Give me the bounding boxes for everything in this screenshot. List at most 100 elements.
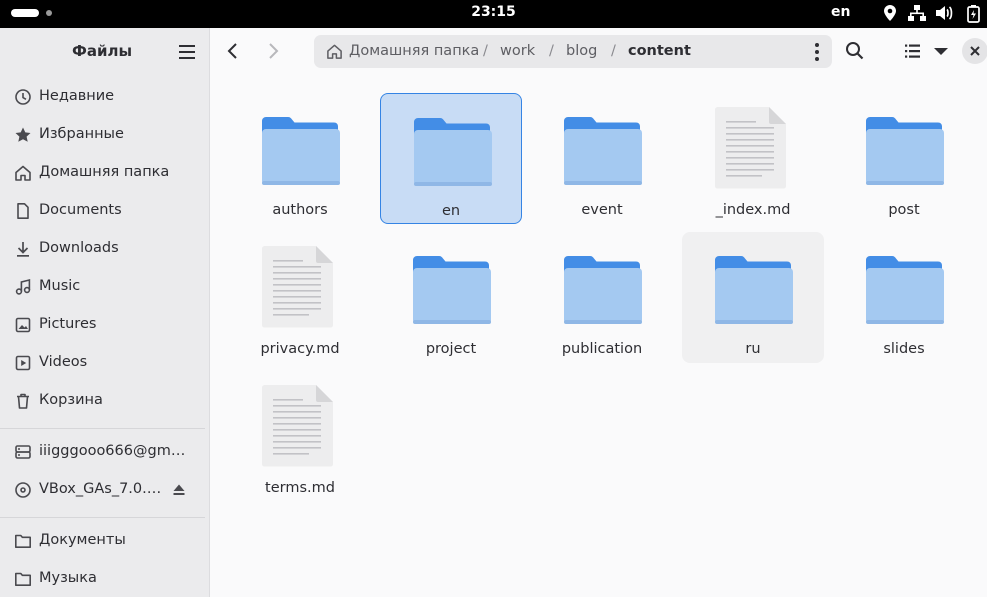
location-icon[interactable] — [880, 3, 900, 23]
sidebar-item-label: Музыка — [39, 570, 97, 586]
sidebar-item-disc[interactable]: VBox_GAs_7.0.10 — [6, 473, 204, 507]
breadcrumb-current[interactable]: content — [628, 43, 691, 59]
folder-icon — [15, 534, 31, 548]
sidebar-item-label: Documents — [39, 202, 122, 218]
folder-item[interactable]: authors — [229, 93, 371, 224]
folder-item[interactable]: ru — [682, 232, 824, 363]
view-options-dropdown-icon[interactable] — [927, 37, 955, 65]
file-name-label: _index.md — [715, 202, 791, 218]
picture-icon — [15, 317, 31, 333]
folder-icon — [864, 242, 944, 330]
file-item[interactable]: _index.md — [682, 93, 824, 224]
sidebar-item-label: Недавние — [39, 88, 115, 104]
sidebar-item-documents[interactable]: Documents — [6, 194, 204, 228]
breadcrumb-separator: / — [549, 43, 554, 59]
file-name-label: en — [441, 203, 461, 219]
breadcrumb-work[interactable]: work — [500, 43, 535, 59]
folder-icon — [562, 103, 642, 191]
file-name-label: terms.md — [265, 480, 335, 496]
sidebar-item-bookmark-music[interactable]: Музыка — [6, 562, 204, 596]
sidebar-item-label: iiigggooo666@gmail.com — [39, 443, 191, 459]
folder-icon — [713, 242, 793, 330]
folder-icon — [411, 242, 491, 330]
sidebar-item-label: Избранные — [39, 126, 124, 142]
sidebar-item-trash[interactable]: Корзина — [6, 384, 204, 418]
file-name-label: slides — [883, 341, 925, 357]
sidebar-header: Файлы — [0, 28, 210, 74]
breadcrumb-blog[interactable]: blog — [566, 43, 597, 59]
home-icon — [15, 165, 31, 181]
text-file-icon — [260, 242, 340, 330]
volume-icon[interactable] — [934, 3, 954, 23]
video-icon — [15, 355, 31, 371]
forward-arrow-icon[interactable] — [259, 37, 287, 65]
close-window-button[interactable] — [962, 38, 987, 64]
music-icon — [15, 278, 31, 295]
disc-icon — [15, 482, 31, 498]
file-name-label: ru — [745, 341, 761, 357]
file-grid: authors en event _index.md post privacy.… — [210, 74, 987, 597]
file-name-label: privacy.md — [260, 341, 340, 357]
folder-icon — [260, 103, 340, 191]
file-name-label: event — [581, 202, 623, 218]
sidebar-item-recent[interactable]: Недавние — [6, 80, 204, 114]
sidebar-item-network-account[interactable]: iiigggooo666@gmail.com — [6, 435, 204, 469]
top-bar: 23:15 en — [0, 0, 987, 28]
download-icon — [17, 242, 29, 257]
breadcrumb-separator: / — [611, 43, 616, 59]
network-icon[interactable] — [907, 3, 927, 23]
folder-icon — [864, 103, 944, 191]
search-icon[interactable] — [841, 37, 869, 65]
file-name-label: post — [888, 202, 920, 218]
document-icon — [17, 203, 29, 219]
back-arrow-icon[interactable] — [219, 37, 247, 65]
folder-item[interactable]: en — [380, 93, 522, 224]
sidebar-item-label: Music — [39, 278, 81, 294]
path-options-icon[interactable] — [806, 40, 828, 64]
folder-icon — [412, 104, 492, 192]
eject-icon[interactable] — [170, 481, 188, 499]
trash-icon — [17, 393, 29, 409]
sidebar-item-downloads[interactable]: Downloads — [6, 232, 204, 266]
clock-icon — [15, 89, 31, 105]
breadcrumb-separator: / — [483, 43, 488, 59]
sidebar-item-videos[interactable]: Videos — [6, 346, 204, 380]
workspace-dot[interactable] — [46, 10, 52, 16]
text-file-icon — [713, 103, 793, 191]
battery-icon[interactable] — [963, 3, 983, 23]
file-name-label: project — [425, 341, 477, 357]
folder-icon — [562, 242, 642, 330]
folder-item[interactable]: event — [531, 93, 673, 224]
clock[interactable]: 23:15 — [471, 4, 516, 20]
activities-indicator[interactable] — [11, 9, 39, 17]
folder-item[interactable]: publication — [531, 232, 673, 363]
header-bar: Домашняя папка / work / blog / content — [210, 28, 987, 74]
sidebar-item-label: Домашняя папка — [39, 164, 170, 180]
home-icon — [327, 44, 342, 59]
sidebar-item-label: VBox_GAs_7.0.10 — [39, 481, 164, 497]
sidebar-item-starred[interactable]: Избранные — [6, 118, 204, 152]
file-item[interactable]: terms.md — [229, 371, 371, 502]
sidebar: Файлы Недавние Избранные Домашняя папка … — [0, 28, 210, 597]
sidebar-item-home[interactable]: Домашняя папка — [6, 156, 204, 190]
sidebar-divider — [0, 428, 205, 429]
keyboard-layout-indicator[interactable]: en — [831, 4, 850, 20]
folder-item[interactable]: slides — [833, 232, 975, 363]
text-file-icon — [260, 381, 340, 469]
close-icon — [970, 46, 980, 56]
network-account-icon — [15, 445, 31, 459]
file-item[interactable]: privacy.md — [229, 232, 371, 363]
sidebar-item-label: Корзина — [39, 392, 103, 408]
hamburger-menu-icon[interactable] — [174, 40, 200, 64]
folder-item[interactable]: post — [833, 93, 975, 224]
sidebar-item-label: Videos — [39, 354, 88, 370]
sidebar-item-music[interactable]: Music — [6, 270, 204, 304]
sidebar-item-bookmark-documents[interactable]: Документы — [6, 524, 204, 558]
sidebar-item-label: Pictures — [39, 316, 97, 332]
list-view-icon[interactable] — [899, 37, 927, 65]
breadcrumb-home[interactable]: Домашняя папка — [349, 43, 479, 59]
sidebar-item-pictures[interactable]: Pictures — [6, 308, 204, 342]
sidebar-item-label: Downloads — [39, 240, 119, 256]
sidebar-divider — [0, 517, 205, 518]
folder-item[interactable]: project — [380, 232, 522, 363]
